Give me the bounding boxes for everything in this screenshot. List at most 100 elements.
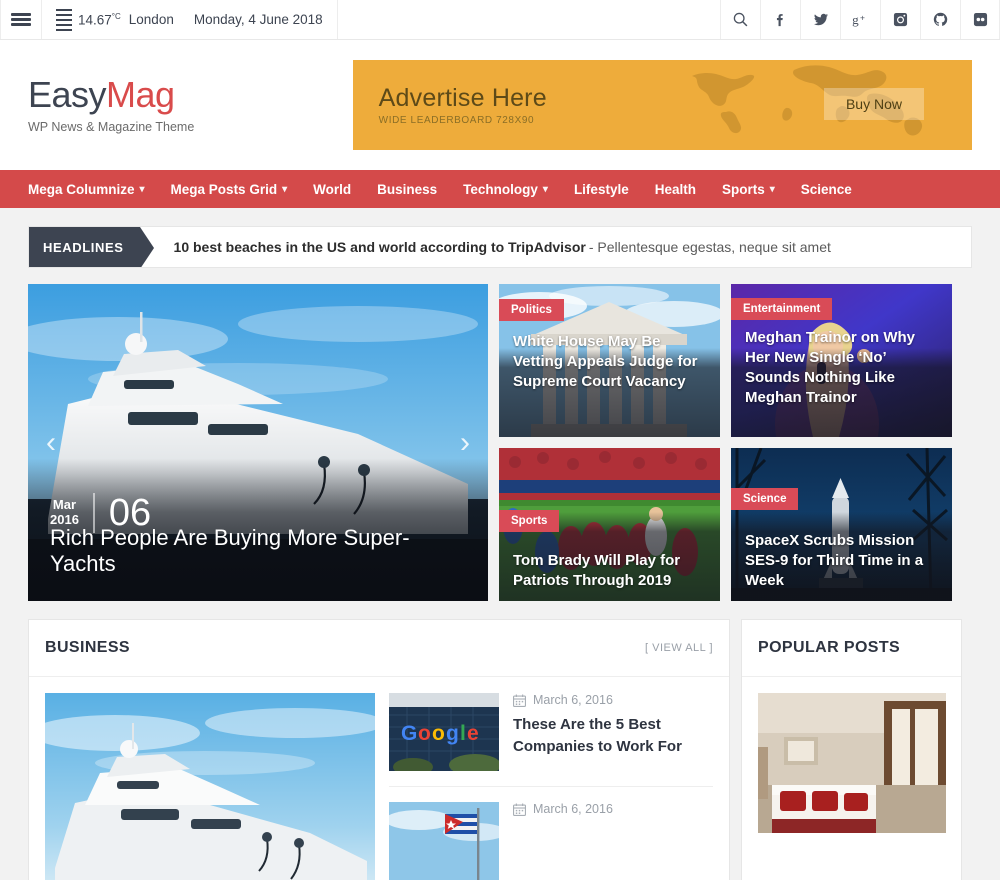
popular-post-thumbnail[interactable] — [758, 693, 946, 833]
post-image-flag — [389, 802, 499, 880]
github-icon[interactable] — [920, 0, 960, 39]
svg-text:l: l — [460, 722, 466, 745]
twitter-icon[interactable] — [800, 0, 840, 39]
nav-label: Science — [800, 181, 852, 197]
nav-label: Sports — [721, 181, 765, 197]
featured-card-science[interactable]: Science SpaceX Scrubs Mission SES-9 for … — [731, 448, 952, 601]
post-thumbnail-google[interactable]: G o o g l e — [389, 693, 499, 771]
nav-item-lifestyle[interactable]: Lifestyle — [574, 182, 629, 197]
chevron-down-icon: ▾ — [139, 183, 145, 195]
search-icon[interactable] — [720, 0, 760, 39]
svg-text:g: g — [446, 722, 459, 745]
card-category-badge[interactable]: Sports — [499, 510, 560, 532]
top-bar: 14.67°C London Monday, 4 June 2018 g + — [0, 0, 1000, 40]
post-date-text: March 6, 2016 — [533, 802, 613, 816]
top-bar-left: 14.67°C London Monday, 4 June 2018 — [0, 0, 338, 39]
business-image-yacht — [45, 693, 375, 880]
nav-item-mega-columnize[interactable]: Mega Columnize ▾ — [28, 182, 145, 197]
nav-item-health[interactable]: Health — [655, 182, 696, 197]
business-panel-body: G o o g l e March 6, 2016 These Are the … — [29, 677, 729, 880]
featured-grid: ‹ › Mar 2016 06 Rich People Are Buying M… — [28, 284, 972, 601]
ad-buy-now-button[interactable]: Buy Now — [823, 88, 924, 120]
popular-post-image-bedroom — [758, 693, 946, 833]
nav-label: Business — [377, 181, 438, 197]
slider-month: Mar — [52, 497, 77, 513]
social-icon-bar: g + — [720, 0, 1000, 39]
ad-subtitle: WIDE LEADERBOARD 728X90 — [378, 115, 535, 126]
hamburger-icon-line — [11, 18, 31, 21]
post-body: March 6, 2016 — [513, 802, 713, 880]
featured-card-entertainment[interactable]: Entertainment Meghan Trainor on Why Her … — [731, 284, 952, 437]
leaderboard-ad-banner[interactable]: Advertise Here WIDE LEADERBOARD 728X90 B… — [352, 60, 972, 150]
card-category-badge[interactable]: Politics — [499, 299, 564, 321]
hamburger-icon-line — [11, 23, 31, 26]
hamburger-menu-button[interactable] — [0, 0, 42, 39]
weather-city: London — [128, 12, 174, 27]
slider-next-arrow[interactable]: › — [460, 427, 470, 458]
ad-text-block: Advertise Here WIDE LEADERBOARD 728X90 — [353, 84, 547, 126]
featured-slider[interactable]: ‹ › Mar 2016 06 Rich People Are Buying M… — [28, 284, 488, 601]
featured-card-politics[interactable]: Politics White House May Be Vetting Appe… — [499, 284, 720, 437]
logo-text-accent: Mag — [106, 73, 175, 115]
site-logo[interactable]: EasyMag — [28, 73, 353, 115]
svg-text:o: o — [418, 722, 431, 745]
temperature-unit: °C — [111, 11, 121, 21]
popular-posts-header: POPULAR POSTS — [742, 620, 961, 677]
current-date: Monday, 4 June 2018 — [193, 12, 323, 27]
weather-lines-icon — [56, 7, 72, 32]
temperature-value: 14.67°C — [78, 11, 121, 28]
headlines-content[interactable]: 10 best beaches in the US and world acco… — [140, 227, 831, 267]
google-plus-icon[interactable]: g + — [840, 0, 880, 39]
card-title[interactable]: Tom Brady Will Play for Patriots Through… — [513, 551, 708, 591]
chevron-down-icon: ▾ — [769, 183, 775, 195]
post-body: March 6, 2016 These Are the 5 Best Compa… — [513, 693, 713, 771]
main-navigation: Mega Columnize ▾ Mega Posts Grid ▾ World… — [0, 170, 1000, 208]
headline-excerpt: - Pellentesque egestas, neque sit amet — [588, 239, 831, 255]
slider-prev-arrow[interactable]: ‹ — [46, 427, 56, 458]
nav-item-business[interactable]: Business — [377, 182, 437, 197]
calendar-icon — [513, 694, 526, 707]
card-title[interactable]: White House May Be Vetting Appeals Judge… — [513, 332, 708, 392]
nav-item-sports[interactable]: Sports ▾ — [722, 182, 775, 197]
nav-label: Mega Posts Grid — [170, 181, 278, 197]
popular-posts-title: POPULAR POSTS — [758, 639, 901, 656]
list-item: March 6, 2016 — [389, 802, 713, 880]
calendar-icon — [513, 803, 526, 816]
svg-text:o: o — [432, 722, 445, 745]
card-category-badge[interactable]: Science — [731, 488, 799, 510]
featured-card-sports[interactable]: Sports Tom Brady Will Play for Patriots … — [499, 448, 720, 601]
svg-text:+: + — [860, 12, 865, 22]
post-date-text: March 6, 2016 — [533, 693, 613, 707]
card-title[interactable]: Meghan Trainor on Why Her New Single ‘No… — [745, 328, 940, 408]
business-featured-thumbnail[interactable] — [45, 693, 375, 880]
nav-item-world[interactable]: World — [313, 182, 351, 197]
weather-widget: 14.67°C London Monday, 4 June 2018 — [42, 0, 338, 39]
nav-label: World — [313, 181, 352, 197]
list-item: G o o g l e March 6, 2016 These Are the … — [389, 693, 713, 787]
nav-item-science[interactable]: Science — [801, 182, 852, 197]
nav-label: Technology — [463, 181, 538, 197]
card-category-badge[interactable]: Entertainment — [731, 298, 833, 320]
post-title[interactable]: These Are the 5 Best Companies to Work F… — [513, 714, 713, 758]
post-image-google-building: G o o g l e — [389, 693, 499, 771]
facebook-icon[interactable] — [760, 0, 800, 39]
headline-title: 10 best beaches in the US and world acco… — [173, 239, 586, 255]
featured-column-2: Entertainment Meghan Trainor on Why Her … — [731, 284, 952, 601]
popular-posts-body — [742, 677, 961, 849]
popular-posts-panel: POPULAR POSTS — [741, 619, 962, 880]
headlines-ticker: HEADLINES 10 best beaches in the US and … — [28, 226, 972, 268]
slider-title[interactable]: Rich People Are Buying More Super-Yachts — [50, 525, 466, 577]
business-post-list: G o o g l e March 6, 2016 These Are the … — [389, 693, 713, 880]
nav-item-technology[interactable]: Technology ▾ — [463, 182, 548, 197]
top-bar-spacer — [338, 0, 720, 39]
nav-item-mega-posts-grid[interactable]: Mega Posts Grid ▾ — [171, 182, 288, 197]
card-title[interactable]: SpaceX Scrubs Mission SES-9 for Third Ti… — [745, 531, 940, 591]
business-panel: BUSINESS [ VIEW ALL ] G o o g l e March … — [28, 619, 730, 880]
bottom-sections: BUSINESS [ VIEW ALL ] G o o g l e March … — [28, 619, 972, 880]
logo-block[interactable]: EasyMag WP News & Magazine Theme — [28, 73, 353, 134]
business-view-all-link[interactable]: [ VIEW ALL ] — [645, 642, 713, 654]
flickr-icon[interactable] — [960, 0, 1000, 39]
chevron-down-icon: ▾ — [542, 183, 548, 195]
post-thumbnail-cuba-flag[interactable] — [389, 802, 499, 880]
instagram-icon[interactable] — [880, 0, 920, 39]
